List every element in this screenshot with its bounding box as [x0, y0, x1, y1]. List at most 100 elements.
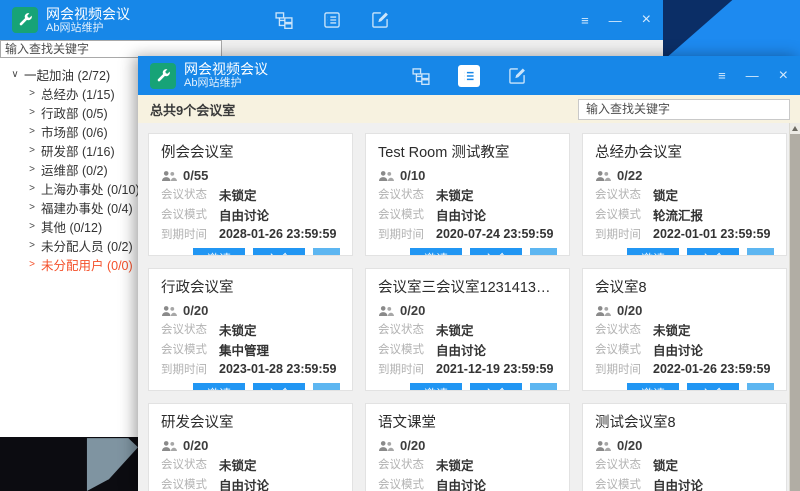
- expire-row: 到期时间 2020-07-24 23:59:59: [378, 224, 557, 244]
- mode-label: 会议模式: [595, 206, 653, 222]
- mode-value: 自由讨论: [436, 340, 486, 359]
- room-card: 测试会议室8 0/20 会议状态 锁定 会议模式 自由讨论 到期时间 2021-…: [582, 403, 787, 491]
- chevron-icon[interactable]: >: [25, 202, 39, 213]
- minimize-icon[interactable]: —: [609, 14, 622, 27]
- room-card: 会议室三会议室123141324141三会议室 0/20 会议状态 未锁定 会议…: [365, 268, 570, 391]
- chevron-icon[interactable]: >: [25, 259, 39, 270]
- chevron-icon[interactable]: >: [25, 107, 39, 118]
- expire-label: 到期时间: [161, 226, 219, 242]
- expire-row: 到期时间 2021-12-19 23:59:59: [378, 359, 557, 379]
- meeting-list-icon-active[interactable]: [458, 65, 480, 87]
- compose-icon[interactable]: [506, 65, 528, 87]
- join-button[interactable]: 入会: [470, 248, 522, 256]
- mode-row: 会议模式 集中管理: [161, 339, 340, 359]
- mode-value: 自由讨论: [653, 340, 703, 359]
- occupancy-row: 0/22: [595, 167, 774, 184]
- chevron-icon[interactable]: >: [25, 88, 39, 99]
- status-row: 会议状态 未锁定: [378, 454, 557, 474]
- mode-label: 会议模式: [378, 206, 436, 222]
- status-label: 会议状态: [161, 321, 219, 337]
- status-value: 未锁定: [219, 455, 257, 474]
- room-card-grid: 例会会议室 0/55 会议状态 未锁定 会议模式 自由讨论 到期时间 2028-…: [148, 133, 787, 491]
- room-count-summary: 总共9个会议室: [150, 100, 235, 119]
- more-button[interactable]: ...: [747, 248, 774, 256]
- room-name: 会议室三会议室123141324141三会议室: [378, 276, 557, 297]
- chevron-icon[interactable]: >: [25, 145, 39, 156]
- scrollbar-thumb[interactable]: [790, 134, 800, 491]
- mode-row: 会议模式 自由讨论: [595, 339, 774, 359]
- mode-row: 会议模式 自由讨论: [161, 474, 340, 491]
- scroll-up-icon[interactable]: [792, 126, 798, 131]
- chevron-icon[interactable]: ∨: [8, 69, 22, 80]
- occupancy-row: 0/10: [378, 167, 557, 184]
- room-card: 例会会议室 0/55 会议状态 未锁定 会议模式 自由讨论 到期时间 2028-…: [148, 133, 353, 256]
- expire-value: 2022-01-01 23:59:59: [653, 227, 770, 241]
- occupancy-row: 0/55: [161, 167, 340, 184]
- invite-button[interactable]: 邀请: [627, 383, 679, 391]
- menu-icon[interactable]: ≡: [718, 69, 726, 82]
- close-icon[interactable]: ×: [779, 68, 788, 84]
- mode-label: 会议模式: [161, 476, 219, 491]
- status-row: 会议状态 未锁定: [161, 184, 340, 204]
- vertical-scrollbar[interactable]: [789, 123, 800, 491]
- more-button[interactable]: ...: [530, 383, 557, 391]
- join-button[interactable]: 入会: [687, 248, 739, 256]
- join-button[interactable]: 入会: [253, 248, 305, 256]
- expire-label: 到期时间: [595, 226, 653, 242]
- background-window-controls: ≡ — ×: [581, 12, 651, 28]
- join-button[interactable]: 入会: [470, 383, 522, 391]
- org-chart-icon[interactable]: [273, 9, 295, 31]
- room-name: 研发会议室: [161, 411, 340, 432]
- invite-button[interactable]: 邀请: [410, 383, 462, 391]
- more-button[interactable]: ...: [313, 248, 340, 256]
- room-card: 行政会议室 0/20 会议状态 未锁定 会议模式 集中管理 到期时间 2023-…: [148, 268, 353, 391]
- more-button[interactable]: ...: [530, 248, 557, 256]
- chevron-icon[interactable]: >: [25, 126, 39, 137]
- status-value: 锁定: [653, 185, 678, 204]
- room-search-input[interactable]: [578, 99, 790, 120]
- close-icon[interactable]: ×: [642, 12, 651, 28]
- mode-row: 会议模式 自由讨论: [161, 204, 340, 224]
- meeting-list-icon[interactable]: [321, 9, 343, 31]
- occupancy-row: 0/20: [378, 302, 557, 319]
- tree-item-label: 福建办事处 (0/4): [41, 198, 133, 217]
- room-occupancy: 0/20: [617, 303, 642, 318]
- expire-value: 2021-12-19 23:59:59: [436, 362, 553, 376]
- people-icon: [161, 305, 177, 317]
- org-chart-icon[interactable]: [410, 65, 432, 87]
- invite-button[interactable]: 邀请: [627, 248, 679, 256]
- occupancy-row: 0/20: [161, 302, 340, 319]
- tree-item-label: 未分配人员 (0/2): [41, 236, 133, 255]
- mode-row: 会议模式 轮流汇报: [595, 204, 774, 224]
- expire-label: 到期时间: [378, 226, 436, 242]
- join-button[interactable]: 入会: [687, 383, 739, 391]
- foreground-titlebar-icons: [410, 56, 528, 95]
- room-name: 语文课堂: [378, 411, 557, 432]
- card-actions: 邀请 入会 ...: [161, 248, 340, 256]
- app-title-block: 网会视频会议 Ab网站维护: [46, 6, 130, 35]
- invite-button[interactable]: 邀请: [410, 248, 462, 256]
- status-label: 会议状态: [161, 456, 219, 472]
- join-button[interactable]: 入会: [253, 383, 305, 391]
- expire-label: 到期时间: [161, 361, 219, 377]
- invite-button[interactable]: 邀请: [193, 248, 245, 256]
- card-actions: 邀请 入会 ...: [595, 248, 774, 256]
- minimize-icon[interactable]: —: [746, 69, 759, 82]
- chevron-icon[interactable]: >: [25, 240, 39, 251]
- menu-icon[interactable]: ≡: [581, 14, 589, 27]
- status-row: 会议状态 未锁定: [378, 319, 557, 339]
- occupancy-row: 0/20: [161, 437, 340, 454]
- compose-icon[interactable]: [369, 9, 391, 31]
- mode-value: 轮流汇报: [653, 205, 703, 224]
- room-card: 语文课堂 0/20 会议状态 未锁定 会议模式 自由讨论 到期时间 2022-0…: [365, 403, 570, 491]
- room-name: 例会会议室: [161, 141, 340, 162]
- background-titlebar-icons: [273, 0, 391, 40]
- invite-button[interactable]: 邀请: [193, 383, 245, 391]
- chevron-icon[interactable]: >: [25, 164, 39, 175]
- app-title: 网会视频会议: [46, 6, 130, 22]
- status-row: 会议状态 未锁定: [378, 184, 557, 204]
- chevron-icon[interactable]: >: [25, 183, 39, 194]
- chevron-icon[interactable]: >: [25, 221, 39, 232]
- more-button[interactable]: ...: [313, 383, 340, 391]
- more-button[interactable]: ...: [747, 383, 774, 391]
